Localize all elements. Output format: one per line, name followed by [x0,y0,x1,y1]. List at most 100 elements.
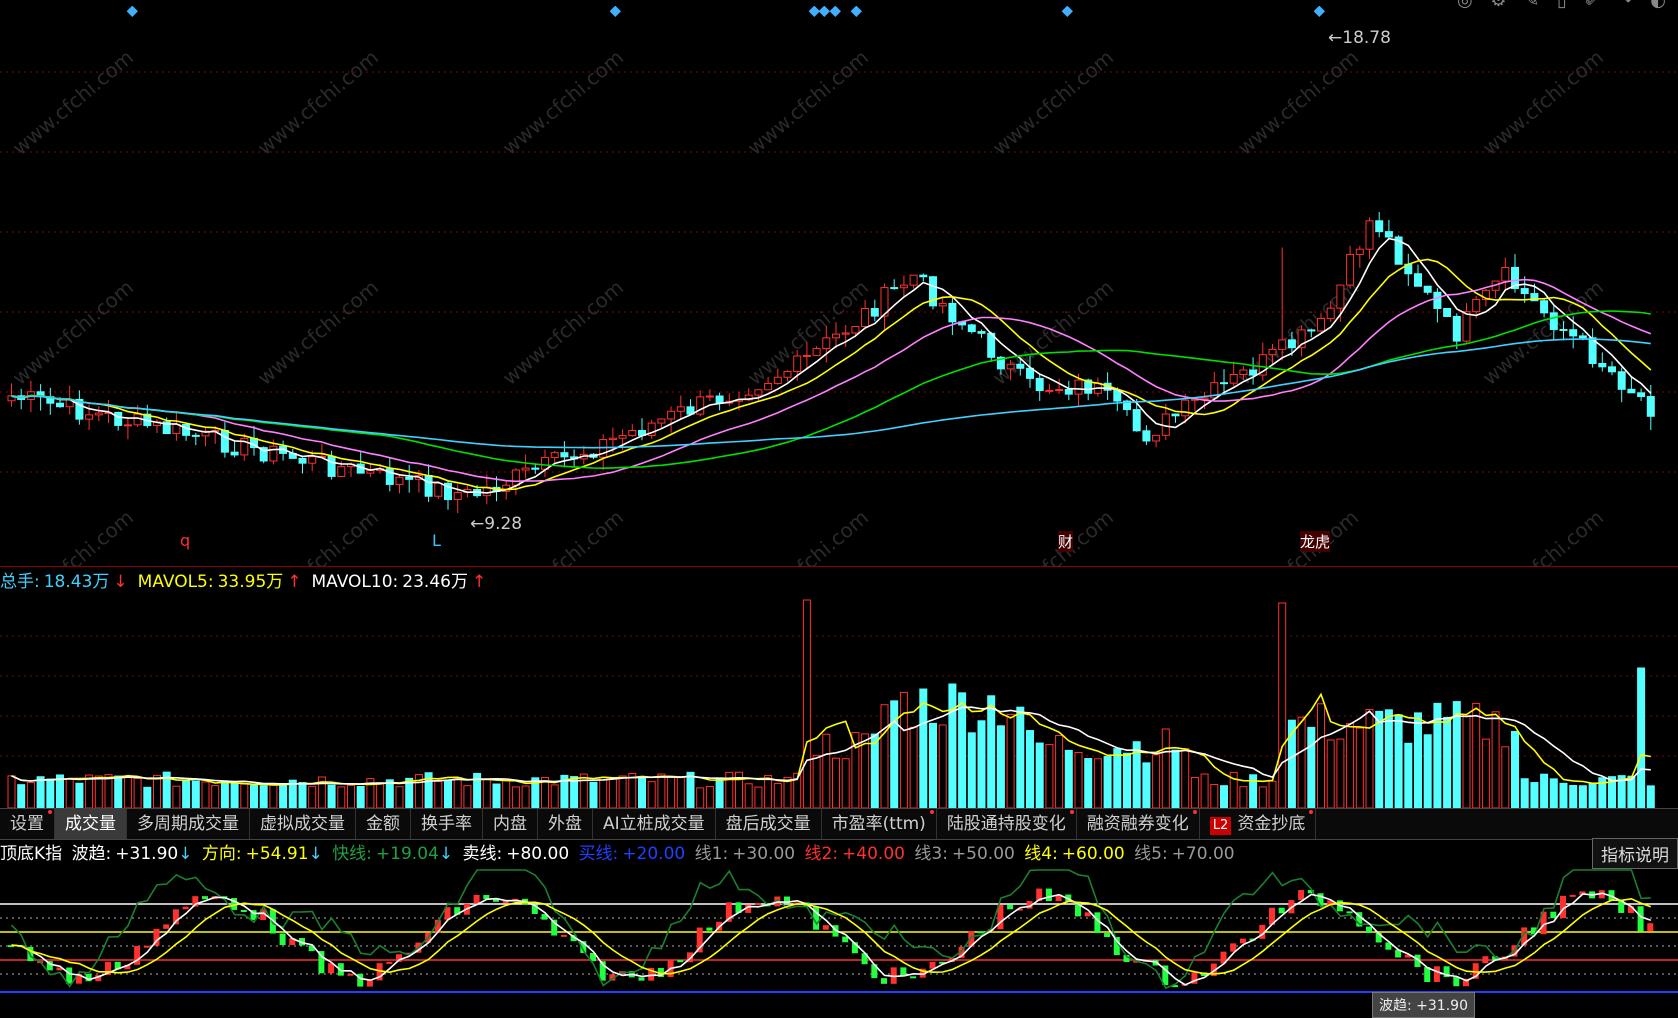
candle-up [754,389,763,396]
tab-fund-bottom[interactable]: L2 资金抄底 [1200,809,1317,839]
tab-inner-volume[interactable]: 内盘 [483,809,538,839]
candle-up [608,437,617,441]
candle-up [783,371,792,378]
volume-bar-down [1627,775,1636,809]
watermark-text: www.cfchi.com [253,275,383,390]
candle-up [676,406,685,412]
volume-bar-up [696,787,705,809]
price-chart-panel[interactable]: www.cfchi.com www.cfchi.com www.cfchi.com w… [0,5,1678,620]
watermark-text: www.cfchi.com [1478,45,1608,160]
x1-label: 线1: [694,844,729,864]
marker-finance[interactable]: 财 [1058,531,1074,552]
volume-bar-down [919,688,928,809]
candle-down [1171,413,1180,417]
tab-margin-change[interactable]: 融资融券变化 [1077,809,1200,839]
candle-up [521,467,530,471]
volume-chart-panel[interactable] [0,596,1678,809]
indicator-candle [706,927,713,931]
tab-outer-volume[interactable]: 外盘 [538,809,593,839]
tab-pe-ttm[interactable]: 市盈率(ttm) [822,809,937,839]
tab-virtual-volume[interactable]: 虚拟成交量 [250,809,356,839]
tab-settings[interactable]: 设置 [0,809,55,839]
candle-down [919,274,928,278]
candle-up [909,274,918,286]
candle-down [870,308,879,317]
volume-bar-up [1161,728,1170,809]
candle-up [1472,299,1481,313]
tab-volume[interactable]: 成交量 [55,809,127,839]
l2-badge-icon: L2 [1209,817,1232,835]
candle-up [812,348,821,356]
tab-turnover-rate[interactable]: 换手率 [411,809,483,839]
candle-down [114,411,123,426]
volume-bar-down [1384,709,1393,809]
volume-bar-up [26,781,35,809]
candle-up [1055,389,1064,392]
volume-bar-down [220,781,229,809]
volume-bar-down [1171,749,1180,809]
volume-bar-down [1220,785,1228,809]
volume-bar-down [1414,712,1422,809]
tab-ai-volume[interactable]: AI立桩成交量 [593,809,716,839]
volume-bar-up [453,777,462,809]
volume-bar-down [298,782,307,809]
candle-down [298,457,307,464]
volume-bar-up [376,782,385,809]
indicator-chart-panel[interactable] [0,868,1678,1006]
volume-bar-down [250,784,258,809]
volume-bar-up [1326,739,1335,809]
candle-up [1045,389,1054,392]
candle-up [832,333,840,339]
volume-bar-up [7,775,16,809]
indicator-chart[interactable] [0,868,1678,1006]
candle-down [977,331,986,334]
price-chart[interactable]: www.cfchi.com www.cfchi.com www.cfchi.com w… [0,5,1678,620]
candle-up [1074,379,1083,395]
candle-up [667,410,676,420]
volume-bar-up [812,754,821,809]
volume-bar-up [744,783,753,809]
volume-bar-up [628,772,637,809]
mavol10-label: MAVOL10: [311,572,399,592]
tab-multi-period-volume[interactable]: 多周期成交量 [127,809,250,839]
tab-after-hours-volume[interactable]: 盘后成交量 [716,809,822,839]
ma120-line [11,338,1651,449]
volume-bar-down [1578,785,1587,809]
volume-chart[interactable] [0,596,1678,809]
candle-up [861,308,870,327]
tab-amount[interactable]: 金额 [356,809,411,839]
candle-up [657,418,666,424]
signal-diamond-icon [1061,5,1073,17]
candle-up [1181,399,1190,417]
indicator-candle [1366,926,1372,934]
candle-down [1646,396,1655,417]
volume-bar-down [492,783,501,809]
volume-bar-down [1084,758,1093,809]
marker-q[interactable]: q [180,531,190,550]
indicator-candle [1482,956,1489,964]
volume-bar-down [1452,701,1461,809]
candle-up [802,354,811,357]
indicator-candle [1045,888,1052,902]
indicator-explain-button[interactable]: 指标说明 [1592,838,1678,869]
volume-bar-up [1501,746,1510,809]
x2-value: +40.00 [842,844,905,864]
candle-up [822,337,831,350]
bx-value: +20.00 [622,844,686,864]
signal-diamond-icon [609,5,621,17]
candle-down [1569,329,1578,337]
volume-bar-up [85,774,94,809]
candle-down [1578,335,1587,339]
indicator-candle [143,945,150,948]
marker-dragon-tiger[interactable]: 龙虎 [1300,531,1331,552]
volume-bar-down [17,784,26,809]
marker-l[interactable]: L [432,531,441,550]
volume-bar-up [938,724,947,809]
volume-bar-down [36,776,45,809]
low-price-value: 9.28 [484,514,523,534]
indicator-name[interactable]: 顶底K指 [0,844,62,864]
tab-hk-connect-holding[interactable]: 陆股通持股变化 [937,809,1077,839]
tab-label: 盘后成交量 [725,814,811,834]
watermark-text: www.cfchi.com [253,505,383,566]
kx-value: +19.04 [375,844,439,864]
